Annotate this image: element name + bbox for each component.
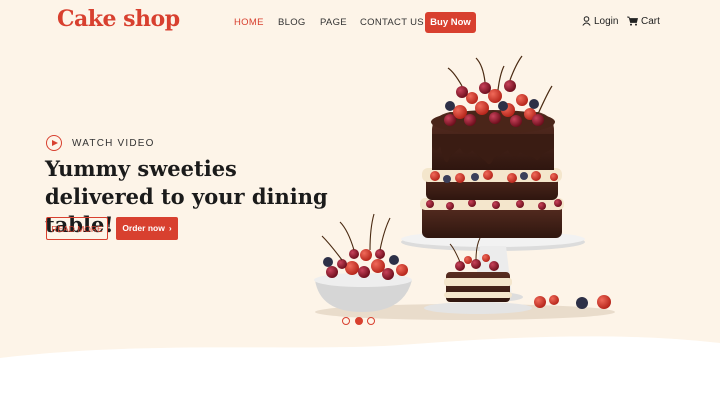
read-more-button[interactable]: READ MORE [46, 217, 108, 240]
nav-page[interactable]: PAGE [320, 17, 347, 28]
cart-link[interactable]: Cart [627, 16, 660, 27]
cart-icon [627, 16, 638, 26]
slider-dot-1[interactable] [342, 317, 350, 325]
login-label: Login [594, 16, 619, 27]
hero-section: Cake shop HOME BLOG PAGE CONTACT US Buy … [0, 0, 720, 420]
nav-blog[interactable]: BLOG [278, 17, 306, 28]
order-now-button[interactable]: Order now › [116, 217, 178, 240]
buy-now-button[interactable]: Buy Now [425, 12, 476, 33]
play-circle-icon [46, 135, 62, 151]
login-link[interactable]: Login [582, 16, 618, 27]
site-header: Cake shop HOME BLOG PAGE CONTACT US Buy … [0, 0, 720, 44]
nav-contact-us[interactable]: CONTACT US [360, 17, 424, 28]
nav-home[interactable]: HOME [234, 17, 264, 28]
brand-logo[interactable]: Cake shop [57, 6, 180, 32]
order-now-label: Order now [122, 223, 165, 233]
user-icon [582, 16, 591, 26]
cart-label: Cart [641, 16, 660, 27]
slider-dot-3[interactable] [367, 317, 375, 325]
chevron-right-icon: › [168, 223, 172, 233]
slider-dot-2[interactable] [355, 317, 363, 325]
watch-video-label: WATCH VIDEO [72, 138, 155, 149]
